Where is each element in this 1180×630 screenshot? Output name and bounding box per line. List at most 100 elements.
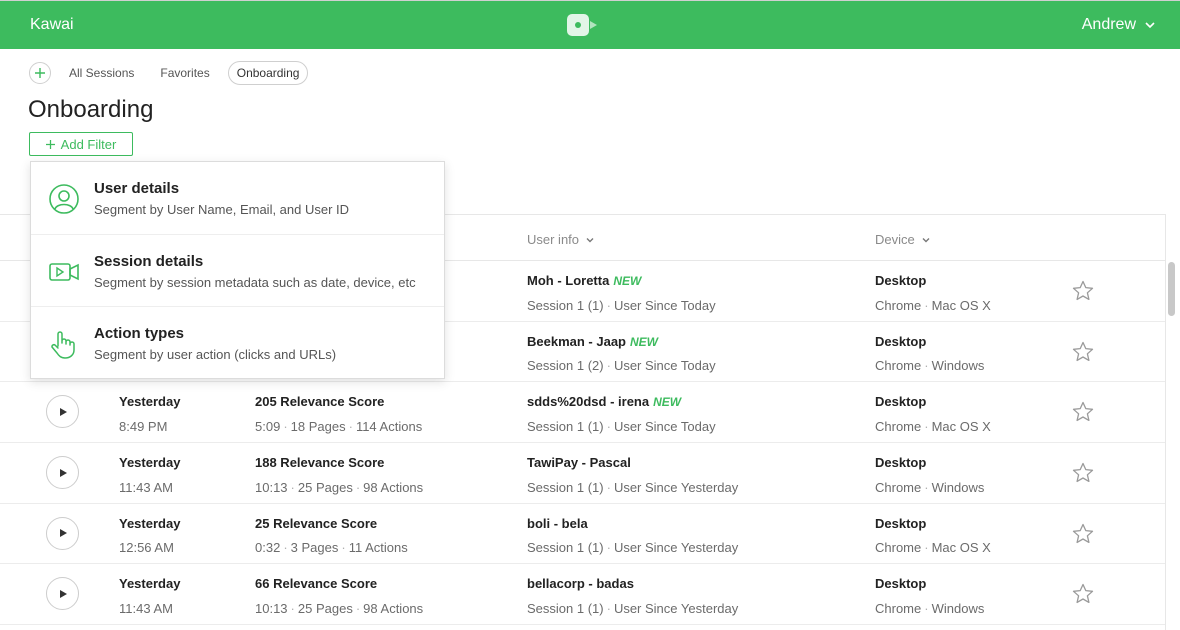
session-count: Session 1 (1) bbox=[527, 600, 604, 616]
add-filter-button[interactable]: Add Filter bbox=[29, 132, 133, 156]
user-info-cell: sdds%20dsd - irena NEW Session 1 (1) · User … bbox=[527, 394, 716, 434]
tab-onboarding[interactable]: Onboarding bbox=[227, 61, 309, 85]
session-actions: 11 Actions bbox=[348, 540, 408, 556]
new-badge: NEW bbox=[613, 274, 642, 288]
session-time: 8:49 PM bbox=[119, 418, 168, 434]
relevance-score: 188 Relevance Score bbox=[255, 455, 385, 471]
browser: Chrome bbox=[875, 358, 922, 374]
operating-system: Windows bbox=[931, 358, 985, 374]
user-name[interactable]: boli - bela bbox=[527, 516, 588, 531]
browser: Chrome bbox=[875, 540, 922, 556]
relevance-score: 25 Relevance Score bbox=[255, 515, 378, 531]
filter-option-title: User details bbox=[94, 180, 180, 197]
user-name[interactable]: Moh - Loretta bbox=[527, 273, 609, 288]
user-name[interactable]: Beekman - Jaap bbox=[527, 334, 626, 349]
column-user-info-label: User info bbox=[527, 232, 580, 247]
play-button[interactable] bbox=[46, 516, 79, 550]
operating-system: Mac OS X bbox=[931, 297, 991, 313]
table-row[interactable]: Yesterday 12:56 AM 25 Relevance Score 0:32 ·… bbox=[0, 504, 1165, 565]
browser: Chrome bbox=[875, 418, 922, 434]
session-time: 11:43 AM bbox=[119, 600, 173, 616]
browser: Chrome bbox=[875, 479, 922, 495]
session-duration: 5:09 bbox=[255, 418, 281, 434]
device-type: Desktop bbox=[875, 515, 927, 531]
device-type: Desktop bbox=[875, 576, 927, 592]
filter-option-subtitle: Segment by User Name, Email, and User ID bbox=[94, 202, 350, 217]
relevance-score: 205 Relevance Score bbox=[255, 394, 385, 410]
session-pages: 18 Pages bbox=[290, 418, 346, 434]
session-score-cell: 25 Relevance Score 0:32 · 3 Pages · 11 Action… bbox=[255, 515, 408, 557]
session-date: Yesterday bbox=[119, 576, 181, 592]
tab-all-sessions[interactable]: All Sessions bbox=[61, 62, 142, 84]
session-duration: 10:13 bbox=[255, 600, 288, 616]
plus-icon bbox=[35, 68, 45, 78]
user-since: User Since Yesterday bbox=[613, 540, 739, 556]
brand-name[interactable]: Kawai bbox=[30, 16, 74, 34]
user-name[interactable]: sdds%20dsd - irena bbox=[527, 394, 649, 409]
device-cell: Desktop Chrome · Windows bbox=[875, 455, 985, 495]
device-type: Desktop bbox=[875, 333, 927, 349]
session-actions: 114 Actions bbox=[355, 418, 423, 434]
session-stats: 0:32 · 3 Pages · 11 Actions bbox=[255, 540, 408, 556]
operating-system: Windows bbox=[931, 479, 985, 495]
top-bar: Kawai Andrew bbox=[0, 0, 1180, 49]
hand-pointer-icon bbox=[51, 331, 75, 359]
user-since: User Since Today bbox=[613, 358, 716, 374]
scrollbar[interactable] bbox=[1168, 262, 1175, 316]
star-icon[interactable] bbox=[1071, 340, 1095, 364]
star-icon[interactable] bbox=[1071, 522, 1095, 546]
device-cell: Desktop Chrome · Mac OS X bbox=[875, 515, 991, 556]
table-row[interactable]: Yesterday 11:43 AM 66 Relevance Score 10:13… bbox=[0, 564, 1165, 626]
filter-option-session-details[interactable]: Session details Segment by session metad… bbox=[31, 235, 444, 308]
session-pages: 25 Pages bbox=[297, 479, 353, 495]
tab-favorites[interactable]: Favorites bbox=[152, 62, 217, 84]
user-info-cell: bellacorp - badas Session 1 (1) · User Sinc… bbox=[527, 576, 739, 616]
user-name[interactable]: TawiPay - Pascal bbox=[527, 455, 631, 470]
device-type: Desktop bbox=[875, 273, 927, 288]
column-user-info[interactable]: User info bbox=[527, 232, 595, 247]
play-button[interactable] bbox=[46, 395, 79, 429]
session-time: 12:56 AM bbox=[119, 540, 174, 556]
session-actions: 98 Actions bbox=[363, 479, 424, 495]
filter-option-subtitle: Segment by user action (clicks and URLs) bbox=[94, 347, 337, 363]
session-score-cell: 188 Relevance Score 10:13 · 25 Pages · 98 Act… bbox=[255, 454, 423, 496]
device-type: Desktop bbox=[875, 394, 927, 410]
session-count: Session 1 (1) bbox=[527, 540, 604, 556]
table-row[interactable]: Yesterday 11:43 AM 188 Relevance Score 10:1… bbox=[0, 443, 1165, 504]
user-since: User Since Yesterday bbox=[613, 479, 739, 495]
column-device-label: Device bbox=[875, 232, 915, 247]
session-time-cell: Yesterday 11:43 AM bbox=[119, 575, 180, 617]
play-button[interactable] bbox=[46, 456, 79, 490]
filter-dropdown: User details Segment by User Name, Email… bbox=[30, 161, 445, 379]
filter-option-user-details[interactable]: User details Segment by User Name, Email… bbox=[31, 162, 444, 235]
session-duration: 0:32 bbox=[255, 540, 281, 556]
operating-system: Mac OS X bbox=[931, 540, 991, 556]
logo-icon bbox=[567, 14, 597, 36]
star-icon[interactable] bbox=[1071, 279, 1095, 303]
session-time-cell: Yesterday 8:49 PM bbox=[119, 393, 180, 435]
star-icon[interactable] bbox=[1071, 400, 1095, 424]
play-icon bbox=[59, 529, 67, 538]
session-pages: 25 Pages bbox=[297, 600, 353, 616]
star-icon[interactable] bbox=[1071, 461, 1095, 485]
relevance-score: 66 Relevance Score bbox=[255, 576, 378, 592]
user-name[interactable]: bellacorp - badas bbox=[527, 576, 634, 591]
add-segment-button[interactable] bbox=[29, 62, 51, 84]
user-info-cell: boli - bela Session 1 (1) · User Since Yest… bbox=[527, 515, 739, 556]
user-info-cell: TawiPay - Pascal Session 1 (1) · User Since… bbox=[527, 455, 739, 495]
chevron-down-icon bbox=[586, 237, 594, 242]
add-filter-label: Add Filter bbox=[60, 136, 117, 152]
star-icon[interactable] bbox=[1071, 582, 1095, 606]
filter-option-subtitle: Segment by session metadata such as date… bbox=[94, 274, 416, 290]
play-icon bbox=[59, 468, 67, 477]
session-stats: 5:09 · 18 Pages · 114 Actions bbox=[255, 418, 423, 434]
play-button[interactable] bbox=[46, 577, 79, 611]
session-time-cell: Yesterday 12:56 AM bbox=[119, 515, 180, 557]
filter-option-action-types[interactable]: Action types Segment by user action (cli… bbox=[31, 307, 444, 380]
plus-icon bbox=[45, 139, 55, 149]
user-menu[interactable]: Andrew bbox=[1082, 16, 1156, 34]
session-date: Yesterday bbox=[119, 394, 181, 410]
column-device[interactable]: Device bbox=[875, 232, 931, 247]
new-badge: NEW bbox=[630, 334, 658, 349]
table-row[interactable]: Yesterday 8:49 PM 205 Relevance Score 5:09 ·… bbox=[0, 382, 1165, 444]
